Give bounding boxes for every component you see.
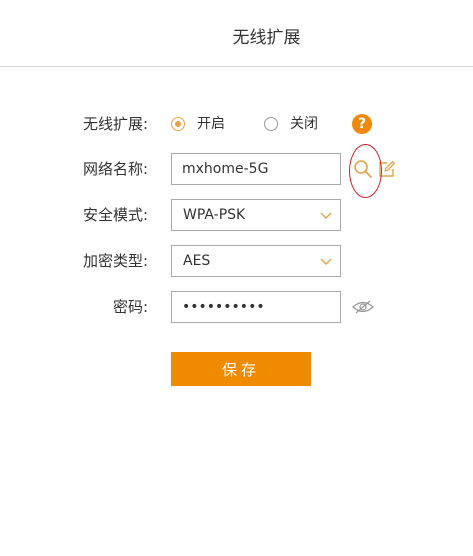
eye-hidden-icon[interactable] bbox=[352, 299, 374, 315]
ssid-label: 网络名称: bbox=[82, 160, 148, 178]
password-row: 密码: bbox=[0, 291, 473, 323]
help-icon[interactable]: ? bbox=[352, 114, 372, 134]
save-button[interactable]: 保存 bbox=[171, 352, 311, 386]
search-icon[interactable] bbox=[353, 159, 373, 179]
encryption-row: 加密类型: AES bbox=[0, 245, 473, 277]
encryption-select[interactable]: AES bbox=[171, 245, 341, 277]
chevron-down-icon bbox=[320, 258, 332, 265]
security-mode-label: 安全模式: bbox=[82, 206, 148, 224]
extend-row: 无线扩展: 开启 关闭 ? bbox=[0, 108, 473, 140]
security-mode-value: WPA-PSK bbox=[183, 207, 246, 223]
page-header: 无线扩展 bbox=[0, 0, 473, 67]
encryption-value: AES bbox=[183, 253, 211, 269]
chevron-down-icon bbox=[320, 212, 332, 219]
extend-on-label[interactable]: 开启 bbox=[197, 108, 225, 140]
password-field[interactable] bbox=[171, 291, 341, 323]
page-title: 无线扩展 bbox=[232, 28, 301, 48]
extend-on-radio[interactable] bbox=[171, 117, 185, 131]
edit-icon[interactable] bbox=[378, 160, 396, 178]
extend-off-label[interactable]: 关闭 bbox=[290, 108, 318, 140]
ssid-field[interactable] bbox=[171, 153, 341, 185]
ssid-row: 网络名称: bbox=[0, 153, 473, 185]
security-mode-row: 安全模式: WPA-PSK bbox=[0, 199, 473, 231]
security-mode-select[interactable]: WPA-PSK bbox=[171, 199, 341, 231]
ssid-input[interactable] bbox=[172, 154, 340, 184]
password-input[interactable] bbox=[172, 292, 340, 322]
extend-label: 无线扩展: bbox=[82, 115, 148, 133]
password-label: 密码: bbox=[112, 298, 148, 316]
encryption-label: 加密类型: bbox=[82, 252, 148, 270]
extend-off-radio[interactable] bbox=[264, 117, 278, 131]
